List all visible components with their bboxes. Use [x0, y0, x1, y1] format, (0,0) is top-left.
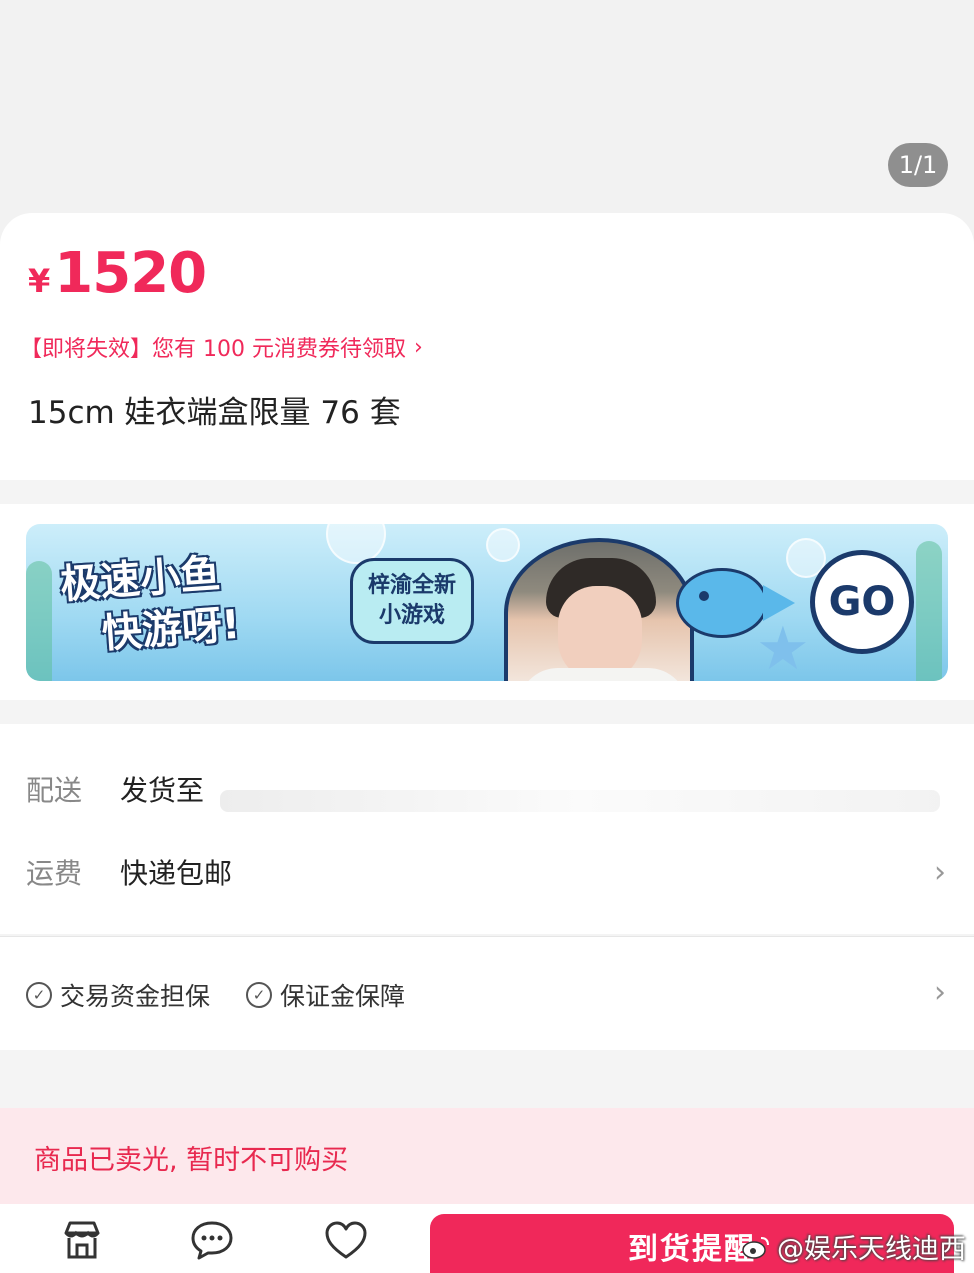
banner-tag-line1: 梓渝全新: [367, 573, 456, 598]
product-title: 15cm 娃衣端盒限量 76 套: [28, 395, 401, 431]
chevron-right-icon: ›: [934, 854, 946, 890]
watermark: @娱乐天线迪西: [741, 1227, 966, 1266]
delivery-value: 发货至: [120, 774, 205, 807]
coupon-text: 【即将失效】您有 100 元消费券待领取: [20, 337, 406, 362]
shipping-fee-row[interactable]: 运费 快递包邮 ›: [0, 829, 974, 915]
seaweed-decoration: [916, 541, 942, 681]
redacted-address: [220, 790, 940, 812]
seaweed-decoration: [26, 561, 52, 681]
soldout-notice: 商品已卖光, 暂时不可购买: [0, 1108, 974, 1204]
go-button[interactable]: GO: [810, 550, 914, 654]
delivery-label: 配送: [26, 774, 83, 807]
watermark-text: @娱乐天线迪西: [777, 1234, 966, 1265]
favorite-button[interactable]: [322, 1218, 370, 1262]
bubble-decoration: [486, 528, 520, 562]
check-circle-icon: ✓: [26, 982, 52, 1008]
price-value: 1520: [54, 241, 207, 306]
check-circle-icon: ✓: [246, 982, 272, 1008]
image-pager: 1/1: [888, 143, 948, 187]
starfish-icon: ★: [756, 614, 810, 681]
go-button-label: GO: [828, 579, 896, 625]
weibo-logo-icon: [742, 1236, 769, 1259]
fish-icon: [676, 568, 795, 638]
guarantee-row[interactable]: ✓ 交易资金担保 ✓ 保证金保障 ›: [0, 936, 974, 1050]
product-image-gallery[interactable]: 1/1: [0, 0, 974, 240]
chat-button[interactable]: [188, 1218, 236, 1262]
chat-icon: [191, 1221, 233, 1260]
shop-button[interactable]: [58, 1218, 106, 1262]
banner-headline-line1: 极速小鱼: [58, 551, 222, 609]
guarantee-item: ✓ 交易资金担保: [26, 977, 210, 1013]
portrait-image: [504, 538, 694, 681]
promo-section: 极速小鱼 快游呀! 梓渝全新 小游戏 ★ GO: [0, 504, 974, 700]
fee-label: 运费: [26, 857, 83, 890]
delivery-row[interactable]: 配送 发货至: [0, 746, 974, 832]
fee-value: 快递包邮: [120, 857, 233, 890]
price-card: ¥ 1520 【即将失效】您有 100 元消费券待领取 › 15cm 娃衣端盒限…: [0, 213, 974, 480]
shipping-section: 配送 发货至 运费 快递包邮 ›: [0, 724, 974, 934]
guarantee-item: ✓ 保证金保障: [246, 977, 405, 1013]
guarantee-label: 保证金保障: [280, 982, 406, 1011]
banner-tag: 梓渝全新 小游戏: [350, 558, 474, 644]
price: ¥ 1520: [28, 241, 207, 306]
soldout-text: 商品已卖光, 暂时不可购买: [34, 1145, 349, 1176]
heart-icon: [325, 1221, 367, 1259]
coupon-link[interactable]: 【即将失效】您有 100 元消费券待领取 ›: [20, 331, 423, 363]
price-currency: ¥: [28, 262, 51, 300]
banner-tag-line2: 小游戏: [378, 603, 445, 628]
banner-headline: 极速小鱼 快游呀!: [59, 541, 326, 663]
restock-notify-label: 到货提醒: [628, 1231, 756, 1267]
chevron-right-icon: ›: [413, 334, 423, 360]
chevron-right-icon: ›: [934, 975, 946, 1010]
shop-icon: [64, 1221, 100, 1259]
game-promo-banner[interactable]: 极速小鱼 快游呀! 梓渝全新 小游戏 ★ GO: [26, 524, 948, 681]
guarantee-label: 交易资金担保: [60, 982, 211, 1011]
